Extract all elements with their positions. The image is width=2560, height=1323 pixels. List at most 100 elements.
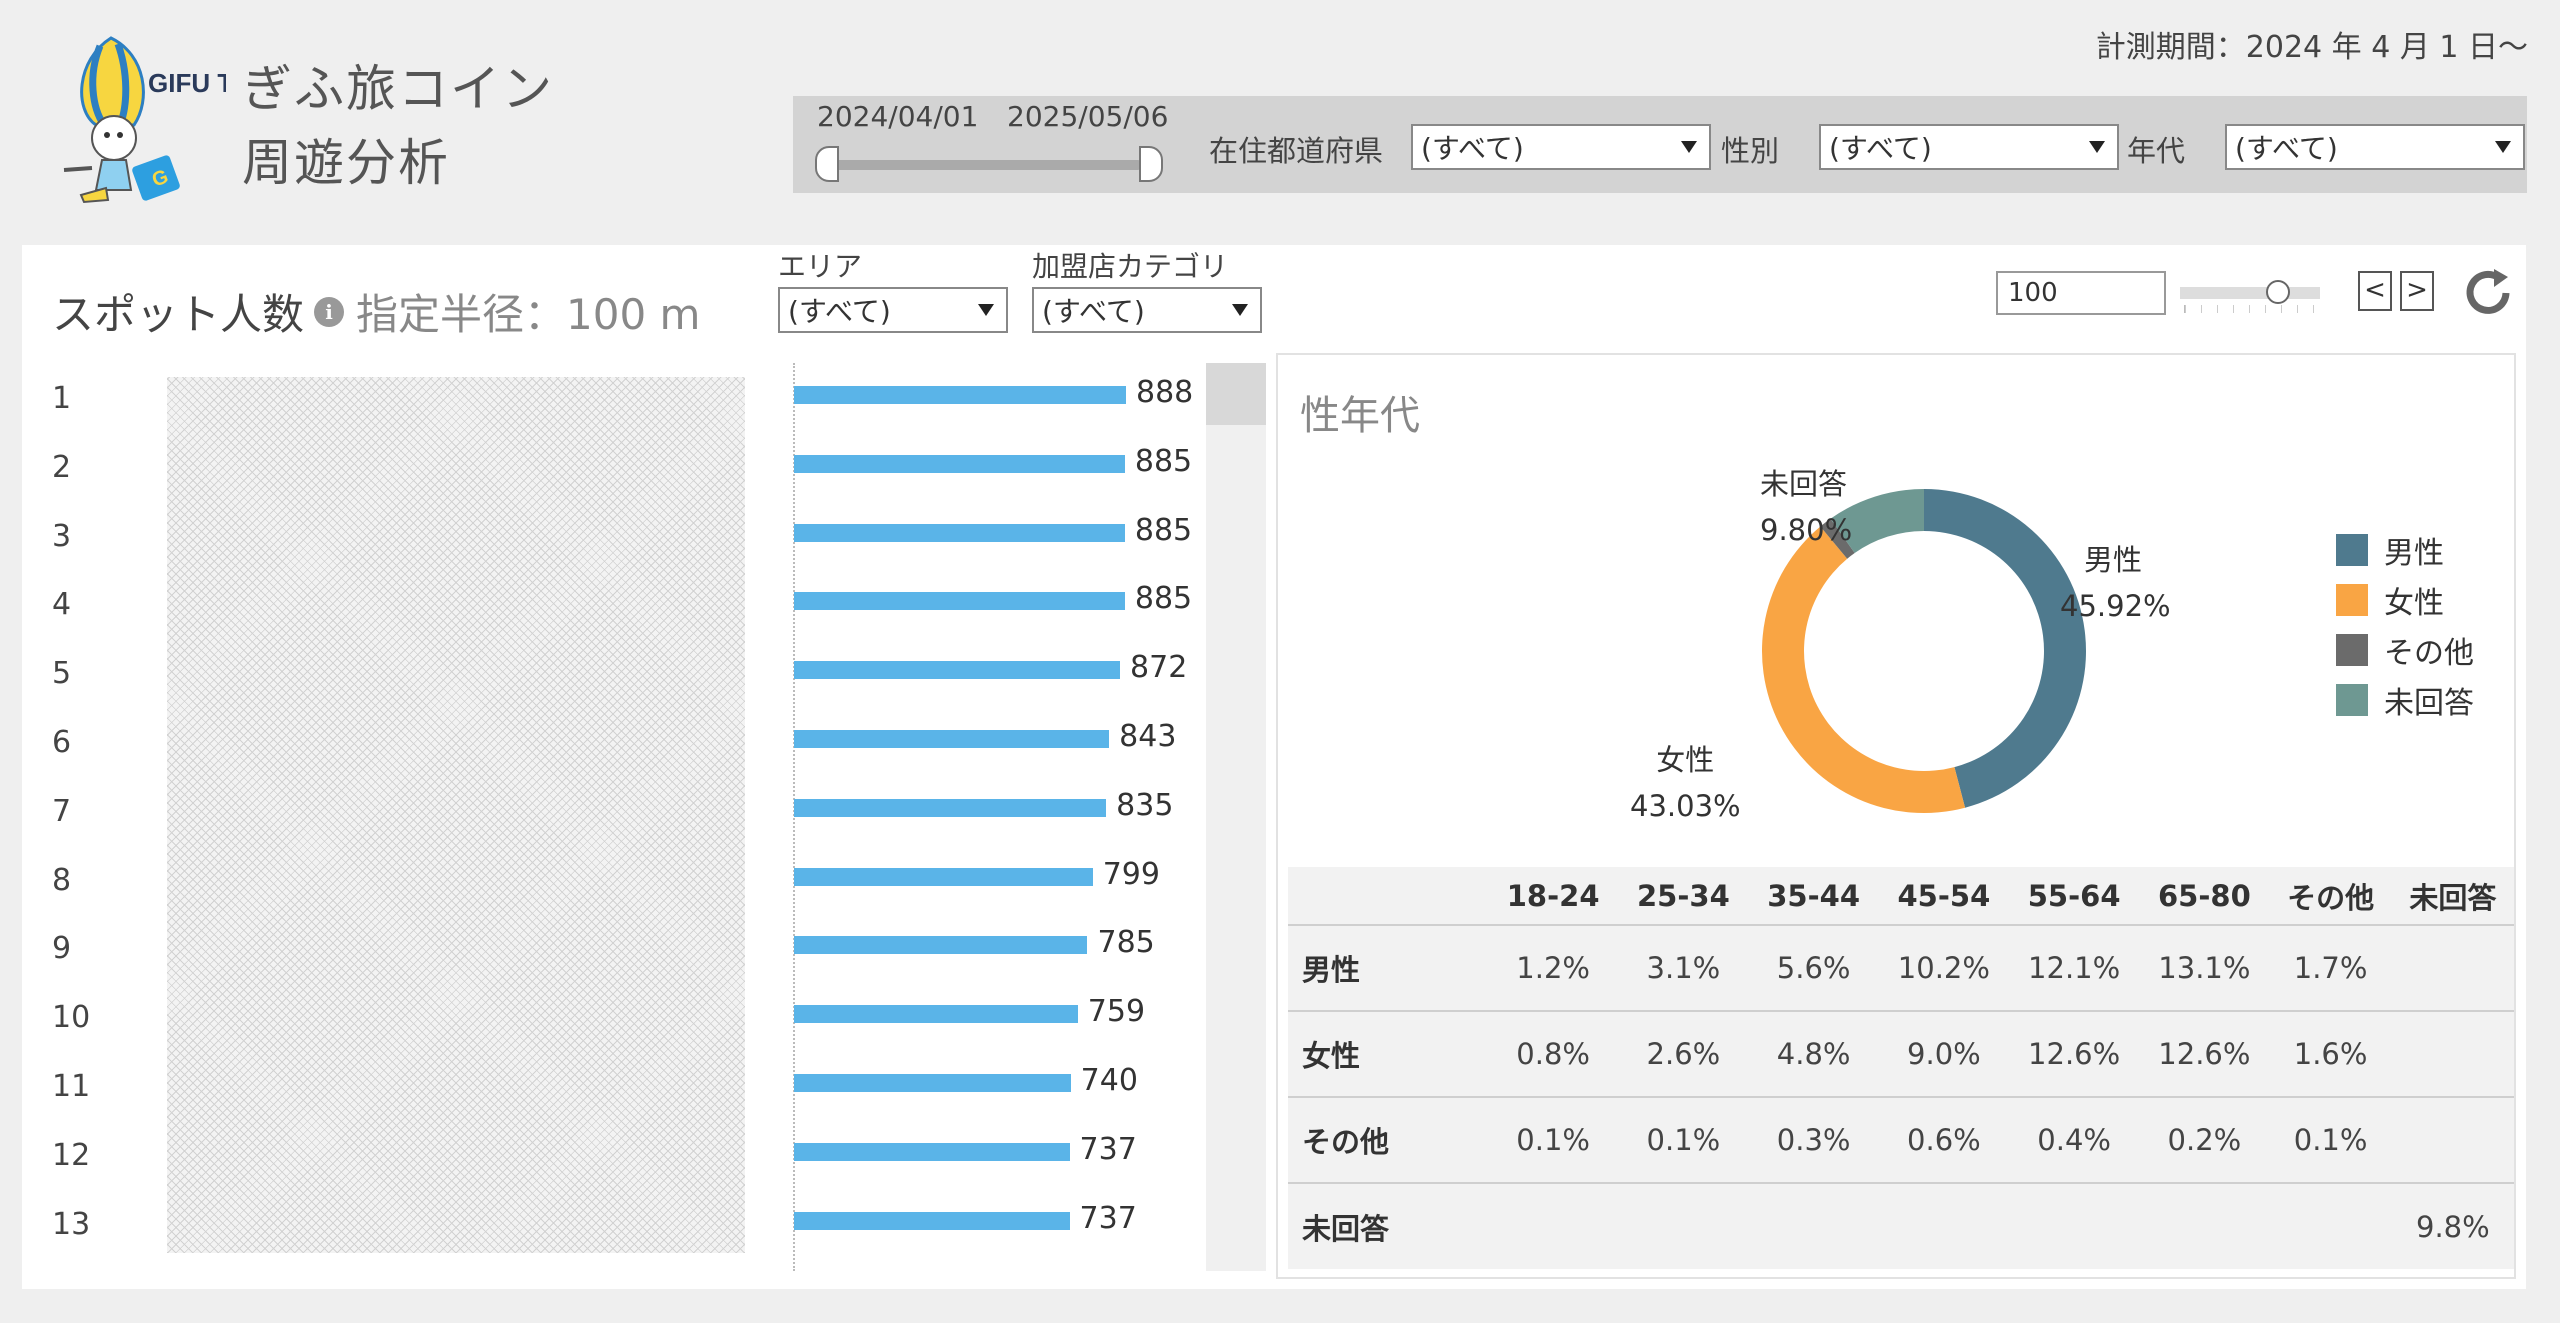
table-cell: 3.1% [1618,925,1749,1011]
spot-bar-value: 785 [1097,925,1155,961]
legend-item[interactable]: その他 [2336,625,2474,675]
gender-dropdown[interactable]: (すべて) [1819,124,2119,170]
spot-bar[interactable] [794,867,1093,886]
prefecture-dropdown[interactable]: (すべて) [1411,124,1711,170]
spot-bar[interactable] [794,454,1125,473]
info-icon[interactable]: i [314,296,345,327]
table-column-header: 55-64 [2009,867,2140,925]
next-button[interactable]: > [2400,271,2434,311]
table-cell: 0.1% [2269,1097,2392,1183]
date-slider-end-handle[interactable] [1139,146,1163,182]
gender-label: 性別 [1721,134,1780,168]
date-range-end: 2025/05/06 [1007,100,1169,133]
radius-input[interactable]: 100 [1996,271,2166,315]
spot-bar[interactable] [794,592,1125,611]
rank-number: 7 [52,793,72,829]
spot-bar[interactable] [794,386,1126,404]
table-cell: 0.8% [1488,1011,1619,1097]
spot-bar[interactable] [794,1005,1078,1024]
radius-slider-thumb[interactable] [2266,280,2290,304]
rank-number: 5 [52,656,72,692]
spot-bar[interactable] [794,1074,1071,1092]
spot-bar[interactable] [794,661,1121,680]
donut-slice-name: 未回答 [1760,467,1848,501]
scrollbar-thumb[interactable] [1206,363,1266,425]
spot-count-title: スポット人数 i 指定半径：100 m [52,281,700,342]
rank-number: 12 [52,1137,91,1173]
table-cell: 1.7% [2269,925,2392,1011]
donut-slice-name: 女性 [1656,743,1715,777]
donut-slice[interactable] [1762,526,1966,814]
table-cell: 1.6% [2269,1011,2392,1097]
table-cell [1878,1183,2009,1269]
table-cell [1488,1183,1619,1269]
donut-slice-label: 男性 45.92% [2060,537,2171,629]
legend-item[interactable]: 男性 [2336,525,2474,575]
age-dropdown-value: (すべて) [2235,132,2338,165]
gifu-tabi-logo: G GIFU TABI [63,36,226,204]
donut-slice-label: 女性 43.03% [1630,737,1741,829]
list-scrollbar[interactable] [1206,363,1266,1271]
spot-bar[interactable] [794,1211,1070,1230]
table-cell: 12.6% [2139,1011,2270,1097]
main-panel: スポット人数 i 指定半径：100 m エリア (すべて) 加盟店カテゴリ (す… [22,245,2526,1289]
spot-bar-value: 843 [1119,719,1177,754]
table-cell: 0.1% [1488,1097,1619,1183]
donut-slice-percent: 43.03% [1630,789,1741,823]
chevron-down-icon [1232,304,1248,316]
legend-item[interactable]: 女性 [2336,575,2474,625]
rank-number: 13 [52,1206,91,1242]
prefecture-label: 在住都道府県 [1209,134,1384,168]
rank-number: 3 [52,518,72,554]
spot-bar-value: 759 [1087,994,1146,1030]
app-title: ぎふ旅コイン 周遊分析 [242,52,554,200]
rank-number: 10 [52,1000,91,1036]
rank-number: 8 [52,862,72,898]
gender-donut-chart [1762,489,2087,814]
table-cell: 0.6% [1878,1097,2009,1183]
spot-bar-chart: 888 885 885 885 872 843 835 799 785 759 740 737 737 [792,245,1212,1289]
spot-bar[interactable] [794,730,1110,748]
table-column-header: 45-54 [1878,867,2009,925]
radius-slider[interactable] [2180,287,2320,299]
spot-bar[interactable] [794,523,1125,542]
date-range-slider[interactable] [823,160,1143,170]
spot-bar[interactable] [794,1142,1070,1161]
table-column-header: 25-34 [1618,867,1749,925]
table-cell: 0.3% [1748,1097,1879,1183]
prev-button[interactable]: < [2358,271,2392,311]
table-cell [2009,1183,2140,1269]
legend-swatch [2336,584,2368,616]
spot-bar-value: 737 [1079,1131,1137,1167]
table-cell: 2.6% [1618,1011,1749,1097]
table-row: 未回答 9.8% [1288,1183,2514,1269]
spot-bar-value: 885 [1134,581,1193,617]
age-dropdown[interactable]: (すべて) [2225,124,2525,170]
legend-item[interactable]: 未回答 [2336,675,2474,725]
radius-slider-ticks [2184,305,2318,313]
table-cell: 0.2% [2139,1097,2270,1183]
chevron-down-icon [2495,141,2511,153]
table-cell [2269,1183,2392,1269]
spot-bar[interactable] [794,798,1107,817]
table-cell: 0.1% [1618,1097,1749,1183]
prefecture-dropdown-value: (すべて) [1421,132,1524,165]
refresh-icon[interactable] [2460,265,2516,321]
table-cell: 10.2% [1878,925,2009,1011]
spot-map-placeholder [167,377,745,1253]
spot-bar-value: 835 [1116,787,1174,823]
gender-dropdown-value: (すべて) [1829,132,1932,165]
donut-legend: 男性女性その他 未回答 [2336,525,2474,725]
spot-bar-value: 885 [1134,443,1193,479]
spot-bar-value: 888 [1136,375,1194,410]
spot-bar[interactable] [794,936,1088,955]
legend-label: 女性 [2384,586,2444,621]
legend-swatch [2336,634,2368,666]
legend-label: 男性 [2384,536,2444,571]
rank-number: 4 [52,587,72,623]
rank-number: 2 [52,449,72,485]
spot-title-text: スポット人数 [52,290,305,339]
measurement-period: 計測期間：2024 年 4 月 1 日～ [2095,30,2528,65]
date-slider-start-handle[interactable] [815,146,839,182]
table-row: その他 0.1% 0.1% 0.3% 0.6% 0.4% 0.2% 0.1% [1288,1097,2514,1183]
